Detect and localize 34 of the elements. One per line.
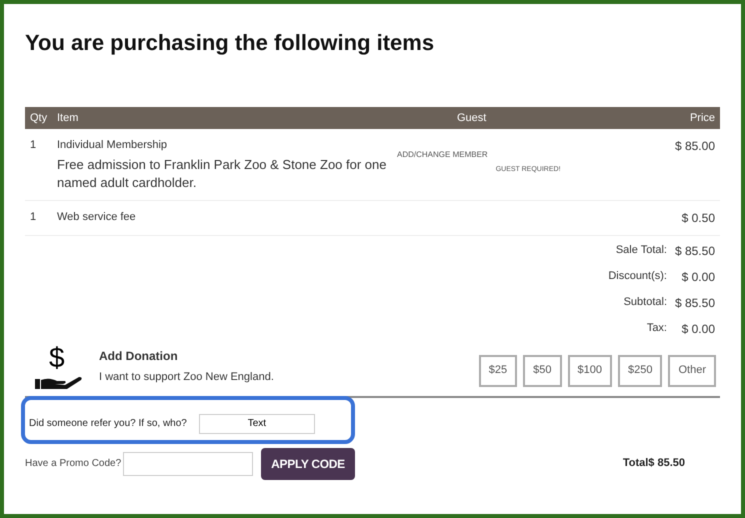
qty-cell-text: 1	[30, 138, 38, 153]
referral-label: Did someone refer you? If so, who?	[29, 417, 187, 431]
donation-title: Add Donation	[99, 348, 179, 366]
column-header: Item	[57, 110, 80, 126]
summary-label: Tax:	[646, 320, 667, 336]
donation-amount-button[interactable]: Other	[668, 354, 716, 386]
summary-label: Discount(s):	[608, 268, 667, 284]
page-title: You are purchasing the following items	[25, 29, 434, 57]
summary-label: Subtotal:	[624, 294, 667, 310]
summary-label: Sale Total:	[616, 242, 667, 258]
item-description: Free admission to Franklin Park Zoo & Stone Zoo for one named adult cardholder.	[57, 156, 387, 192]
qty-cell-text: 1	[30, 210, 38, 224]
promo-code-input[interactable]	[123, 452, 254, 476]
column-header: Price	[690, 110, 715, 126]
price-cell-text: $ 85.00	[674, 138, 715, 155]
donation-amount-button[interactable]: $50	[523, 354, 562, 386]
add-change-member-link[interactable]: ADD/CHANGE MEMBER	[397, 149, 488, 161]
price-cell-text: $ 0.50	[682, 210, 715, 226]
donation-amount-button[interactable]: $25	[478, 354, 518, 386]
column-header: Guest	[457, 110, 488, 126]
apply-code-button[interactable]: APPLY CODE	[261, 448, 355, 480]
promo-label: Have a Promo Code?	[25, 457, 122, 471]
summary-value: $ 85.50	[674, 242, 715, 260]
summary-value: $ 0.00	[680, 268, 715, 286]
donation-amount-button[interactable]: $100	[568, 354, 612, 386]
order-total: Total$ 85.50	[622, 456, 685, 472]
referral-input[interactable]: Text	[198, 414, 315, 434]
donation-amount-button[interactable]: $250	[618, 354, 662, 386]
item-name: Individual Membership	[57, 138, 168, 153]
summary-value: $ 85.50	[674, 294, 715, 312]
summary-value: $ 0.00	[680, 320, 715, 338]
donation-text: I want to support Zoo New England.	[99, 370, 274, 386]
item-name: Web service fee	[57, 210, 137, 224]
column-header: Qty	[30, 110, 48, 126]
